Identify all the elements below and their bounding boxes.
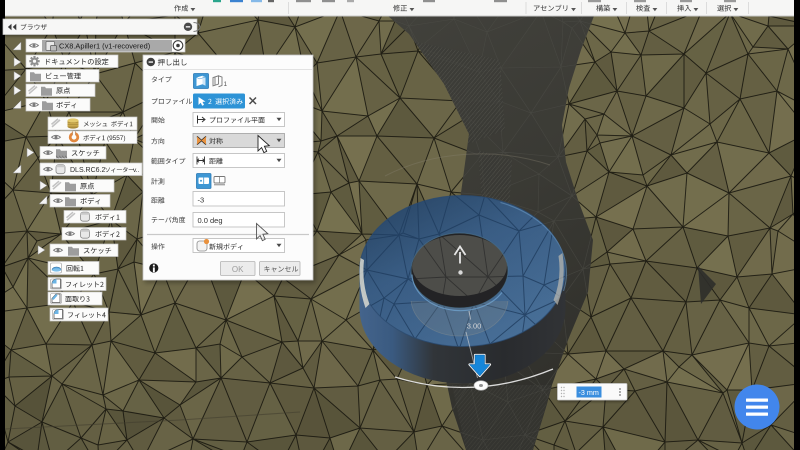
svg-text:0.0 deg: 0.0 deg: [198, 216, 223, 225]
svg-text:CX8.Apiller1 (v1-recovered): CX8.Apiller1 (v1-recovered): [59, 42, 150, 51]
svg-text:1: 1: [224, 81, 228, 88]
svg-text:-3: -3: [198, 195, 205, 204]
svg-text:3.00: 3.00: [467, 322, 482, 331]
svg-text:DLS.RC6.2: DLS.RC6.2: [70, 167, 106, 174]
svg-text:OK: OK: [232, 265, 244, 274]
svg-text:-3 mm: -3 mm: [579, 388, 599, 397]
svg-text:(9557): (9557): [107, 135, 125, 142]
svg-text:v..: v..: [133, 167, 140, 174]
